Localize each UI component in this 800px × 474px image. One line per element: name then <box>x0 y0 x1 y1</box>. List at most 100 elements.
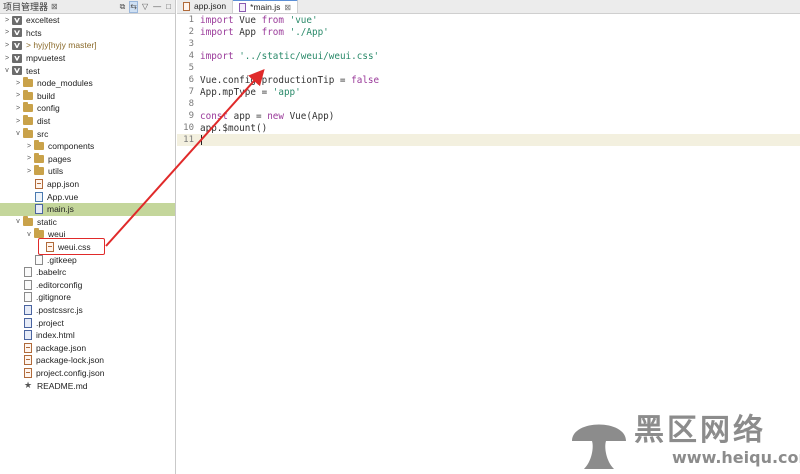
tree-item[interactable]: > config <box>0 102 175 115</box>
tree-item[interactable]: > mpvuetest <box>0 52 175 65</box>
tree-item[interactable]: index.html <box>0 329 175 342</box>
chevron-right-icon[interactable]: > <box>24 143 34 150</box>
code-file-icon <box>24 342 32 353</box>
code-line[interactable]: 10 app.$mount() <box>177 122 800 134</box>
tree-item[interactable]: > utils <box>0 165 175 178</box>
chevron-down-icon[interactable]: v <box>24 231 34 238</box>
tree-item[interactable]: .project <box>0 316 175 329</box>
chevron-right-icon[interactable]: > <box>2 42 12 49</box>
tree-item-label: .postcssrc.js <box>36 304 83 315</box>
project-icon <box>12 53 22 63</box>
tree-item[interactable]: app.json <box>0 178 175 191</box>
folder-icon <box>23 115 33 126</box>
code-token: App <box>233 26 262 38</box>
link-editor-icon[interactable]: ⇆ <box>129 0 138 13</box>
tree-item[interactable]: .gitignore <box>0 291 175 304</box>
tree-item[interactable]: project.config.json <box>0 367 175 380</box>
collapse-all-icon[interactable]: ⧉ <box>120 2 126 12</box>
chevron-right-icon[interactable]: > <box>24 155 34 162</box>
code-token: Vue <box>233 14 262 26</box>
code-token: import <box>200 26 234 38</box>
file-icon <box>24 279 32 290</box>
editor-tab[interactable]: *main.js ⊠ <box>233 0 299 13</box>
tree-item[interactable]: package-lock.json <box>0 354 175 367</box>
tree-item[interactable]: main.js <box>0 202 175 216</box>
code-text: App.mpType = 'app' <box>200 87 301 98</box>
chevron-right-icon[interactable]: > <box>13 92 23 99</box>
folder-icon <box>23 215 33 226</box>
explorer-header: 项目管理器 ⊠ ⧉ ⇆ ▽ — □ <box>0 0 175 14</box>
tree-item[interactable]: > dist <box>0 115 175 128</box>
code-line[interactable]: 3 <box>177 38 800 50</box>
watermark-logo-icon <box>572 424 626 469</box>
code-line[interactable]: 6 Vue.config.productionTip = false <box>177 74 800 86</box>
watermark-url: www.heiqu.com <box>672 448 800 467</box>
tree-item[interactable]: > exceltest <box>0 14 175 27</box>
image-file-icon <box>24 330 32 341</box>
tree-item-label: build <box>37 90 55 101</box>
code-text: import Vue from 'vue' <box>200 15 318 26</box>
line-number: 10 <box>183 123 194 133</box>
maximize-icon[interactable]: □ <box>166 2 171 12</box>
tree-item-label: main.js <box>47 204 74 215</box>
line-number: 3 <box>188 39 194 49</box>
code-token: './App' <box>289 26 329 38</box>
code-line[interactable]: 4 import '../static/weui/weui.css' <box>177 50 800 62</box>
chevron-right-icon[interactable]: > <box>24 168 34 175</box>
tree-item-label: App.vue <box>47 191 79 202</box>
code-line[interactable]: 5 <box>177 62 800 74</box>
tree-item[interactable]: > node_modules <box>0 77 175 90</box>
tree-item[interactable]: .editorconfig <box>0 278 175 291</box>
editor-tab[interactable]: app.json <box>177 0 234 13</box>
line-number: 6 <box>188 75 194 85</box>
code-token: from <box>261 26 284 38</box>
tree-item[interactable]: .postcssrc.js <box>0 304 175 317</box>
chevron-down-icon[interactable]: v <box>13 130 23 137</box>
line-number: 2 <box>188 27 194 37</box>
code-text: import '../static/weui/weui.css' <box>200 51 379 62</box>
tree-item[interactable]: v static <box>0 215 175 229</box>
tree-item-label: index.html <box>36 330 75 341</box>
tab-close-icon[interactable]: ⊠ <box>284 3 291 12</box>
chevron-down-icon[interactable]: v <box>13 218 23 225</box>
code-line[interactable]: 7 App.mpType = 'app' <box>177 86 800 98</box>
tree-item[interactable]: App.vue <box>0 190 175 203</box>
tree-item[interactable]: > components <box>0 140 175 153</box>
file-tree: > exceltest > hcts > > hyjy [hyjy master] > mpv… <box>0 14 175 392</box>
tree-item[interactable]: package.json <box>0 341 175 354</box>
chevron-right-icon[interactable]: > <box>2 29 12 36</box>
tree-item[interactable]: > hcts <box>0 27 175 40</box>
tree-item[interactable]: .gitkeep <box>0 253 175 266</box>
code-token: const <box>200 110 228 122</box>
code-line[interactable]: 8 <box>177 98 800 110</box>
chevron-right-icon[interactable]: > <box>13 80 23 87</box>
tree-item-label: app.json <box>47 179 80 190</box>
tree-item[interactable]: > pages <box>0 152 175 166</box>
view-menu-icon[interactable]: ▽ <box>142 2 148 12</box>
code-line[interactable]: 9 const app = new Vue(App) <box>177 110 800 122</box>
code-line[interactable]: 2 import App from './App' <box>177 26 800 38</box>
tree-item[interactable]: .babelrc <box>0 266 175 279</box>
tree-item[interactable]: v test <box>0 64 175 77</box>
star-icon: ★ <box>24 380 33 391</box>
chevron-right-icon[interactable]: > <box>13 105 23 112</box>
chevron-right-icon[interactable]: > <box>2 17 12 24</box>
chevron-down-icon[interactable]: v <box>2 67 12 74</box>
code-line[interactable]: 1 import Vue from 'vue' <box>177 14 800 26</box>
project-icon <box>12 40 22 50</box>
tree-item[interactable]: ★ README.md <box>0 379 175 392</box>
tree-item[interactable]: > build <box>0 89 175 103</box>
tree-item-label: test <box>26 65 40 76</box>
tree-item[interactable]: > > hyjy [hyjy master] <box>0 39 175 52</box>
explorer-close-icon[interactable]: ⊠ <box>51 2 58 11</box>
folder-icon <box>34 140 44 151</box>
folder-icon <box>23 127 33 138</box>
project-explorer: 项目管理器 ⊠ ⧉ ⇆ ▽ — □ > exceltest > hcts > > hyjy… <box>0 0 176 474</box>
code-token: Vue(App) <box>283 110 335 122</box>
chevron-right-icon[interactable]: > <box>13 118 23 125</box>
code-line[interactable]: 11 <box>177 134 800 146</box>
minimize-icon[interactable]: — <box>153 2 161 12</box>
chevron-right-icon[interactable]: > <box>2 55 12 62</box>
tree-item[interactable]: v src <box>0 127 175 140</box>
file-icon <box>24 292 32 303</box>
